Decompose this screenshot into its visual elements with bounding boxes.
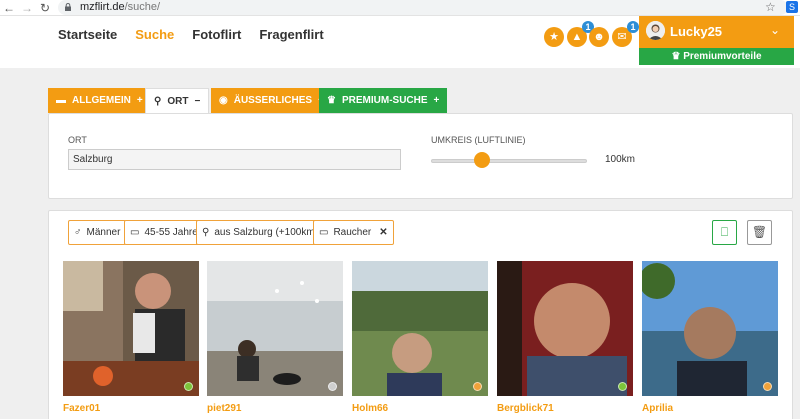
nav-suche[interactable]: Suche [135, 27, 174, 42]
profile-photo [207, 261, 343, 396]
map-pin-icon: ⚲ [154, 96, 162, 107]
forward-icon[interactable]: → [20, 1, 34, 15]
tab-ausserliches[interactable]: ◉ÄUSSERLICHES+ [211, 88, 332, 113]
eye-icon: ◉ [219, 95, 228, 106]
tab-allgemein-label: ALLGEMEIN [72, 95, 131, 106]
profile-card-photo[interactable] [497, 261, 633, 396]
notifications-button[interactable]: ▲ 1 [567, 21, 594, 47]
filter-chip-smoker[interactable]: ▭ Raucher ✕ [313, 220, 394, 245]
profile-name[interactable]: Aprilia [642, 403, 673, 414]
lock-icon [65, 3, 71, 11]
briefcase-icon: ▬ [56, 95, 66, 106]
ort-label: ORT [68, 135, 87, 145]
extension-icon[interactable]: S [786, 1, 798, 13]
filter-age-label: 45-55 Jahre [144, 227, 198, 238]
trash-icon: 🗑 [751, 225, 768, 239]
id-card-icon: ▭ [319, 227, 329, 238]
profile-card-photo[interactable] [352, 261, 488, 396]
plus-icon: + [136, 95, 143, 106]
delete-search-button[interactable]: 🗑 [747, 220, 772, 245]
tab-ort[interactable]: ⚲ ORT − [145, 88, 210, 114]
filter-chip-location[interactable]: ⚲ aus Salzburg (+100km) [196, 220, 324, 245]
profile-card-photo[interactable] [207, 261, 343, 396]
browser-toolbar: ← → ↻ mzflirt.de/suche/ ☆ S [0, 0, 800, 16]
umkreis-slider-track[interactable] [431, 159, 587, 163]
save-search-button[interactable]: ⎕ [712, 220, 737, 245]
tab-premium-suche[interactable]: ♛ PREMIUM-SUCHE + [319, 88, 448, 113]
online-status-indicator [473, 382, 482, 391]
minus-icon: − [194, 96, 201, 107]
visitors-button[interactable]: ☻ [589, 27, 609, 47]
username: Lucky25 [670, 24, 723, 39]
plus-icon: + [433, 95, 440, 106]
filter-gender-label: Männer [86, 227, 121, 238]
chevron-down-icon[interactable]: ⌄ [770, 23, 780, 37]
crown-icon: ♛ [671, 51, 681, 62]
premium-label: Premiumvorteile [683, 51, 762, 62]
profile-photo [642, 261, 778, 396]
online-status-indicator [763, 382, 772, 391]
premium-button[interactable]: ♛ Premiumvorteile [639, 48, 794, 65]
tab-ausserliches-label: ÄUSSERLICHES [233, 95, 313, 106]
online-status-indicator [328, 382, 337, 391]
profile-name[interactable]: Fazer01 [63, 403, 100, 414]
filter-location-label: aus Salzburg (+100km) [214, 227, 318, 238]
map-pin-icon: ⚲ [202, 227, 210, 238]
avatar [646, 21, 665, 40]
chat-icon: ✉ [617, 31, 627, 43]
main-nav: Startseite Suche Fotoflirt Fragenflirt [58, 27, 324, 42]
profile-name[interactable]: Bergblick71 [497, 403, 554, 414]
favorites-button[interactable]: ★ [544, 27, 564, 47]
address-bar[interactable] [58, 0, 788, 15]
messages-badge: 1 [627, 21, 639, 33]
nav-fotoflirt[interactable]: Fotoflirt [192, 27, 241, 42]
bookmark-icon: ⎕ [720, 225, 729, 239]
star-icon: ★ [549, 31, 559, 43]
online-status-indicator [184, 382, 193, 391]
profile-card-photo[interactable] [642, 261, 778, 396]
bell-icon: ▲ [571, 31, 583, 43]
smiley-icon: ☻ [593, 31, 605, 43]
profile-photo [63, 261, 199, 396]
location-search-panel: ORT Salzburg UMKREIS (LUFTLINIE) 100km [48, 113, 793, 199]
online-status-indicator [618, 382, 627, 391]
profile-photo [497, 261, 633, 396]
close-icon[interactable]: ✕ [379, 227, 387, 238]
nav-startseite[interactable]: Startseite [58, 27, 117, 42]
nav-fragenflirt[interactable]: Fragenflirt [259, 27, 323, 42]
profile-card-photo[interactable] [63, 261, 199, 396]
profile-name[interactable]: piet291 [207, 403, 241, 414]
tab-allgemein[interactable]: ▬ ALLGEMEIN + [48, 88, 151, 113]
crown-icon: ♛ [327, 95, 336, 106]
url-text: mzflirt.de/suche/ [80, 1, 160, 14]
umkreis-value: 100km [605, 154, 636, 165]
filter-chip-gender[interactable]: ♂ Männer [68, 220, 127, 245]
id-card-icon: ▭ [130, 227, 140, 238]
bookmark-star-icon[interactable]: ☆ [765, 0, 776, 14]
umkreis-label: UMKREIS (LUFTLINIE) [431, 135, 526, 145]
ort-input[interactable]: Salzburg [68, 149, 401, 170]
user-menu[interactable]: Lucky25 ⌄ ♛ Premiumvorteile [639, 16, 794, 65]
tab-premium-label: PREMIUM-SUCHE [341, 95, 428, 106]
filter-chip-age[interactable]: ▭ 45-55 Jahre [124, 220, 204, 245]
back-icon[interactable]: ← [2, 1, 16, 15]
person-icon: ♂ [74, 227, 82, 238]
tab-ort-label: ORT [167, 96, 189, 107]
filter-smoker-label: Raucher [333, 227, 372, 238]
profile-name[interactable]: Holm66 [352, 403, 388, 414]
url-domain: mzflirt.de [80, 1, 125, 13]
umkreis-slider-handle[interactable] [474, 152, 491, 168]
reload-icon[interactable]: ↻ [38, 1, 52, 15]
results-panel: ♂ Männer ▭ 45-55 Jahre ⚲ aus Salzburg (+100… [48, 210, 793, 419]
messages-button[interactable]: ✉ 1 [612, 21, 639, 47]
url-path: /suche/ [124, 1, 161, 13]
profile-photo [352, 261, 488, 396]
